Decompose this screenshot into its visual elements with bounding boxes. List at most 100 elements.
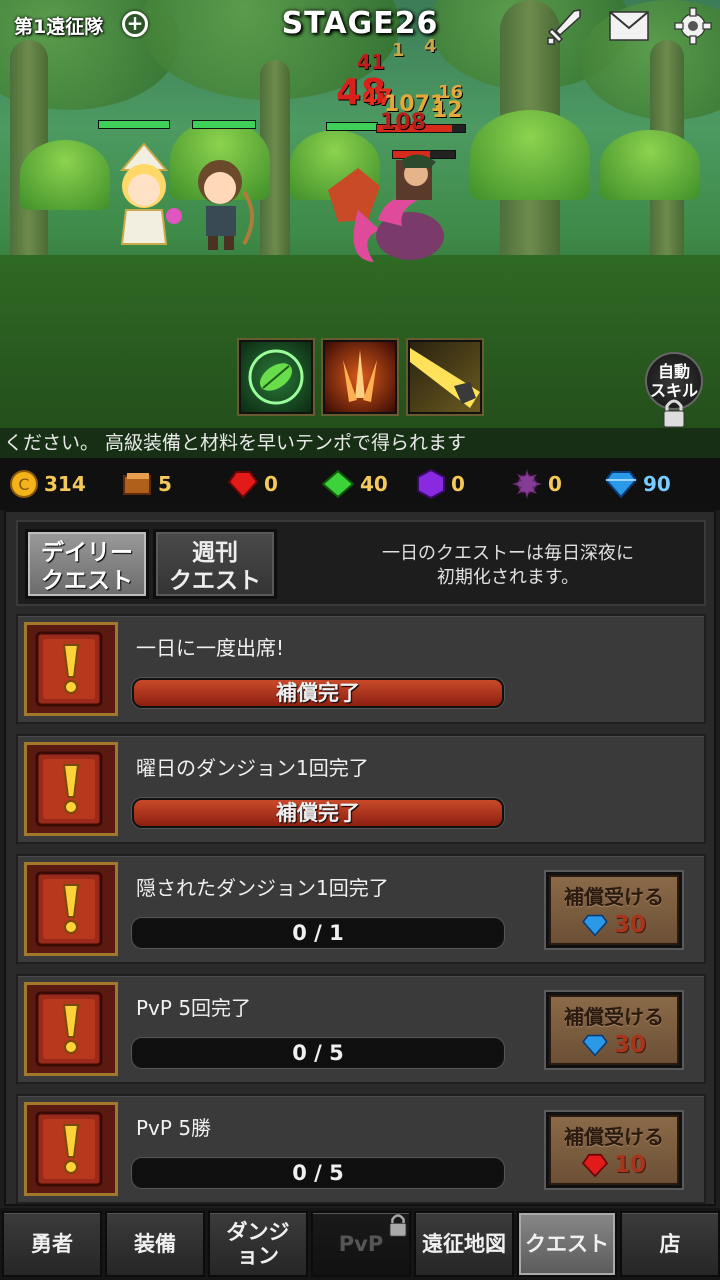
nav-quest[interactable]: クエスト: [517, 1211, 617, 1277]
nav-label: PvP: [338, 1232, 384, 1256]
news-ticker: ください。 高級装備と材料を早いテンポで得られます: [0, 428, 720, 458]
quest-book-icon: [24, 862, 118, 956]
nav-label: 勇者: [31, 1232, 73, 1256]
nav-pvp[interactable]: PvP: [311, 1211, 411, 1277]
diamond-icon: [582, 914, 608, 936]
red-gem-icon: [228, 471, 258, 498]
nav-label: 遠征地図: [422, 1232, 506, 1256]
quest-title: PvP 5勝: [136, 1116, 212, 1140]
diamond-icon: [605, 471, 637, 498]
svg-text:C: C: [18, 475, 29, 494]
nav-label: クエスト: [525, 1232, 609, 1256]
red-gem-value: 0: [264, 472, 278, 496]
nav-label: 装備: [134, 1232, 176, 1256]
claim-button-face: 補償受ける 10: [549, 1115, 679, 1185]
quest-progress-bar: 0 / 5: [132, 1038, 504, 1068]
quest-panel: デイリー クエスト 週刊 クエスト 一日のクエストーは毎日深夜に 初期化されます…: [4, 510, 716, 1206]
sword-icon[interactable]: [544, 6, 586, 46]
claim-reward-button[interactable]: 補償受ける 10: [544, 1110, 684, 1190]
reward-amount: 30: [613, 1032, 646, 1058]
tab-label: デイリー クエスト: [41, 540, 133, 594]
gold-coin-icon: C: [10, 470, 38, 498]
claim-reward: 30: [551, 912, 677, 938]
claim-button-face: 補償受ける 30: [549, 875, 679, 945]
dark-orb-counter: 0: [512, 469, 562, 499]
hero-hp-bar: [192, 120, 256, 129]
tab-label: 週刊 クエスト: [169, 540, 261, 594]
tab-daily-quest[interactable]: デイリー クエスト: [25, 529, 149, 599]
quest-row: PvP 5回完了 0 / 5 補償受ける 30: [16, 974, 706, 1084]
book-icon: [123, 473, 151, 495]
quest-book-icon: [24, 982, 118, 1076]
nav-dungeon[interactable]: ダンジ ョン: [208, 1211, 308, 1277]
bush: [20, 140, 110, 210]
claim-label: 補償受ける: [564, 1125, 664, 1149]
lock-icon: [389, 1214, 407, 1237]
damage-number: 41: [357, 50, 385, 74]
quest-title: 隠されたダンジョン1回完了: [136, 876, 389, 900]
reward-amount: 30: [613, 912, 646, 938]
claim-label: 補償受ける: [564, 885, 664, 909]
tab-weekly-quest[interactable]: 週刊 クエスト: [153, 529, 277, 599]
diamond-value: 90: [643, 472, 671, 496]
bottom-nav: 勇者 装備 ダンジ ョン PvP 遠征地図 クエスト 店: [0, 1208, 720, 1280]
hero-hp-bar: [326, 122, 378, 131]
quest-progress-bar: 補償完了: [132, 798, 504, 828]
reward-amount: 10: [613, 1152, 646, 1178]
crab-monster: [318, 150, 468, 279]
red-gem-icon: [581, 1153, 608, 1177]
dark-orb-icon: [512, 469, 542, 499]
battle-scene: 41 48 47 1071 16 12 4 1 108 第1遠征隊 + STAG…: [0, 0, 720, 428]
diamond-counter: 90: [605, 470, 671, 498]
nav-label: 店: [659, 1232, 681, 1256]
auto-skill-label: 自動 スキル: [649, 362, 698, 400]
quest-book-icon: [24, 1102, 118, 1196]
claim-button-face: 補償受ける 30: [549, 995, 679, 1065]
claim-reward-button[interactable]: 補償受ける 30: [544, 870, 684, 950]
claim-reward: 10: [551, 1152, 677, 1178]
priest-hero: [104, 140, 184, 256]
quest-book-icon: [24, 622, 118, 716]
quest-progress-bar: 補償完了: [132, 678, 504, 708]
book-value: 5: [158, 472, 172, 496]
gold-value: 314: [44, 472, 86, 496]
nav-shop[interactable]: 店: [620, 1211, 720, 1277]
mail-icon[interactable]: [608, 6, 650, 46]
dark-orb-value: 0: [548, 472, 562, 496]
red-gem-counter: 0: [228, 470, 278, 498]
archer-hero: [186, 152, 266, 256]
triple-blade-skill-icon[interactable]: [323, 340, 397, 414]
purple-gem-value: 0: [451, 472, 465, 496]
book-counter: 5: [122, 470, 172, 498]
currency-bar: C 314 5 0 40 0 0 90: [0, 458, 720, 510]
nav-label: ダンジ ョン: [226, 1220, 290, 1268]
damage-number: 12: [432, 98, 463, 123]
gear-icon[interactable]: [672, 6, 714, 46]
claim-reward: 30: [551, 1032, 677, 1058]
purple-gem-counter: 0: [417, 469, 465, 499]
quest-row: 隠されたダンジョン1回完了 0 / 1 補償受ける 30: [16, 854, 706, 964]
quest-title: 一日に一度出席!: [136, 636, 285, 660]
quest-progress-bar: 0 / 5: [132, 1158, 504, 1188]
quest-book-icon: [24, 742, 118, 836]
leaf-skill-icon[interactable]: [239, 340, 313, 414]
quest-row: 一日に一度出席! 補償完了: [16, 614, 706, 724]
purple-gem-icon: [417, 469, 445, 499]
lock-icon: [661, 398, 687, 428]
nav-equipment[interactable]: 装備: [105, 1211, 205, 1277]
ticker-text: ください。 高級装備と材料を早いテンポで得られます: [4, 432, 467, 454]
claim-reward-button[interactable]: 補償受ける 30: [544, 990, 684, 1070]
green-gem-icon: [322, 470, 354, 498]
hero-hp-bar: [98, 120, 170, 129]
reset-note: 一日のクエストーは毎日深夜に 初期化されます。: [382, 543, 634, 588]
green-gem-value: 40: [360, 472, 388, 496]
quest-progress-bar: 0 / 1: [132, 918, 504, 948]
diamond-icon: [582, 1034, 608, 1056]
quest-tab-bar: デイリー クエスト 週刊 クエスト 一日のクエストーは毎日深夜に 初期化されます…: [16, 520, 706, 606]
nav-expedition-map[interactable]: 遠征地図: [414, 1211, 514, 1277]
bush: [600, 130, 700, 200]
quest-row: 曜日のダンジョン1回完了 補償完了: [16, 734, 706, 844]
nav-heroes[interactable]: 勇者: [2, 1211, 102, 1277]
light-beam-skill-icon[interactable]: [408, 340, 482, 414]
quest-title: 曜日のダンジョン1回完了: [136, 756, 369, 780]
